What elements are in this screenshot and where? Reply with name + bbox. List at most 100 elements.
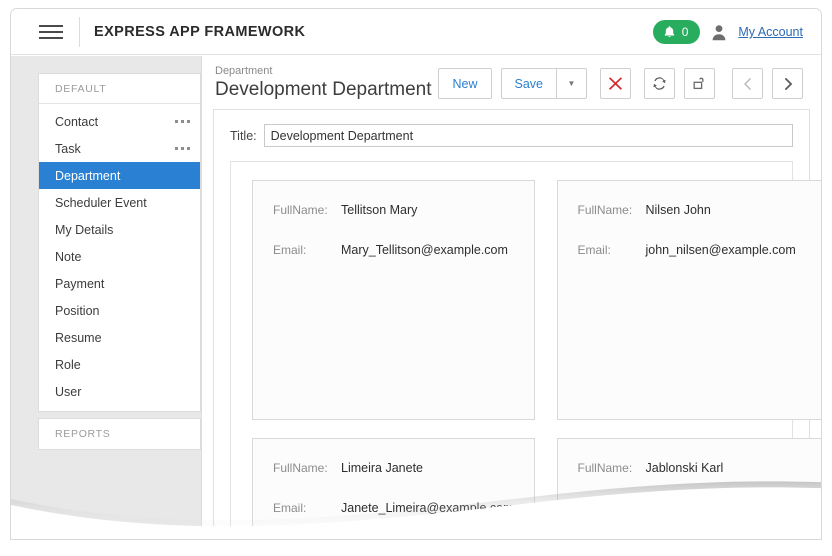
fullname-value: Tellitson Mary: [341, 203, 417, 217]
page-title: Development Department: [215, 80, 438, 99]
sidebar-item-label: Position: [55, 304, 190, 318]
sidebar-item-label: Scheduler Event: [55, 196, 190, 210]
hamburger-bar: [39, 37, 63, 39]
ellipsis-menu-icon[interactable]: [175, 120, 190, 123]
sidebar-item-department[interactable]: Department: [39, 162, 200, 189]
sidebar-section-reports: REPORTS: [39, 419, 200, 449]
fullname-label: FullName:: [578, 461, 646, 475]
sidebar-item-scheduler-event[interactable]: Scheduler Event: [39, 189, 200, 216]
title-input[interactable]: [264, 124, 793, 147]
sidebar: DEFAULT Contact Task Department Scheduler E…: [38, 73, 201, 450]
dot: [187, 147, 190, 150]
title-field-row: Title:: [230, 124, 793, 147]
member-card[interactable]: FullName:Limeira Janete Email:Janete_Lime…: [252, 438, 535, 539]
sidebar-item-label: Payment: [55, 277, 190, 291]
body-area: DEFAULT Contact Task Department Scheduler E…: [11, 56, 821, 539]
member-card[interactable]: FullName:Tellitson Mary Email:Mary_Tellit…: [252, 180, 535, 420]
next-record-button[interactable]: [772, 68, 803, 99]
toolbar: Department Development Department New Sa…: [202, 56, 821, 104]
breadcrumb: Department: [215, 66, 438, 77]
fullname-label: FullName:: [578, 203, 646, 217]
content-area: Title: FullName:Tellitson MaryEmail:Mary…: [213, 109, 810, 539]
sidebar-section-default: DEFAULT: [39, 74, 200, 104]
member-card[interactable]: FullName:Nilsen John Email:john_nilsen@ex…: [557, 180, 822, 420]
delete-button[interactable]: [600, 68, 631, 99]
email-value: Mary_Tellitson@example.com: [341, 243, 508, 257]
members-grid: FullName:Tellitson MaryEmail:Mary_Tellit…: [252, 180, 771, 539]
person-icon[interactable]: [711, 24, 727, 41]
header-right-group: 0 My Account: [653, 9, 803, 55]
email-field: Email:Mary_Tellitson@example.com: [273, 243, 514, 257]
email-label: Email:: [578, 243, 646, 257]
sidebar-item-note[interactable]: Note: [39, 243, 200, 270]
sidebar-item-label: User: [55, 385, 190, 399]
sidebar-item-label: Resume: [55, 331, 190, 345]
sidebar-reports-panel[interactable]: REPORTS: [38, 418, 201, 450]
dot: [175, 120, 178, 123]
sidebar-item-label: Department: [55, 169, 190, 183]
members-panel: FullName:Tellitson MaryEmail:Mary_Tellit…: [230, 161, 793, 539]
fullname-field: FullName:Tellitson Mary: [273, 203, 514, 217]
sidebar-item-task[interactable]: Task: [39, 135, 200, 162]
dot: [187, 120, 190, 123]
notification-badge[interactable]: 0: [653, 20, 701, 44]
sidebar-item-resume[interactable]: Resume: [39, 324, 200, 351]
new-button[interactable]: New: [438, 68, 491, 99]
dot: [181, 120, 184, 123]
sidebar-item-user[interactable]: User: [39, 378, 200, 405]
unlock-button[interactable]: [684, 68, 715, 99]
chevron-right-icon: [781, 76, 795, 92]
member-card[interactable]: FullName:Jablonski Karl Email:Karl_Jablon…: [557, 438, 822, 539]
email-field: Email:john_nilsen@example.com: [578, 243, 814, 257]
save-button[interactable]: Save: [501, 68, 557, 99]
refresh-button[interactable]: [644, 68, 675, 99]
sidebar-item-role[interactable]: Role: [39, 351, 200, 378]
email-field: Email:Janete_Limeira@example.com: [273, 501, 514, 515]
bell-icon: [663, 25, 676, 39]
ellipsis-menu-icon[interactable]: [175, 147, 190, 150]
sidebar-nav-list: Contact Task Department Scheduler Event My D…: [39, 104, 200, 411]
fullname-field: FullName:Nilsen John: [578, 203, 814, 217]
sidebar-item-label: My Details: [55, 223, 190, 237]
dot: [181, 147, 184, 150]
sidebar-default-panel: DEFAULT Contact Task Department Scheduler E…: [38, 73, 201, 412]
fullname-value: Nilsen John: [646, 203, 711, 217]
fullname-label: FullName:: [273, 461, 341, 475]
prev-record-button[interactable]: [732, 68, 763, 99]
email-value: Karl_Jablonski@example.com: [646, 501, 814, 515]
my-account-link[interactable]: My Account: [738, 25, 803, 39]
fullname-field: FullName:Limeira Janete: [273, 461, 514, 475]
app-header: EXPRESS APP FRAMEWORK 0 My Account: [11, 9, 821, 55]
chevron-left-icon: [741, 76, 755, 92]
refresh-icon: [651, 75, 668, 92]
fullname-label: FullName:: [273, 203, 341, 217]
sidebar-item-my-details[interactable]: My Details: [39, 216, 200, 243]
email-label: Email:: [273, 243, 341, 257]
email-label: Email:: [578, 501, 646, 515]
fullname-field: FullName:Jablonski Karl: [578, 461, 814, 475]
hamburger-menu-icon[interactable]: [29, 25, 73, 39]
application-window: EXPRESS APP FRAMEWORK 0 My Account DEFAU…: [10, 8, 822, 540]
close-x-icon: [608, 76, 623, 91]
header-divider: [79, 17, 80, 47]
email-label: Email:: [273, 501, 341, 515]
app-title: EXPRESS APP FRAMEWORK: [94, 24, 305, 40]
title-field-label: Title:: [230, 129, 257, 143]
hamburger-bar: [39, 31, 63, 33]
sidebar-item-position[interactable]: Position: [39, 297, 200, 324]
sidebar-item-label: Task: [55, 142, 175, 156]
sidebar-item-label: Contact: [55, 115, 175, 129]
email-value: john_nilsen@example.com: [646, 243, 796, 257]
email-value: Janete_Limeira@example.com: [341, 501, 514, 515]
sidebar-item-contact[interactable]: Contact: [39, 108, 200, 135]
notification-count: 0: [682, 25, 689, 39]
title-block: Department Development Department: [215, 66, 438, 99]
save-dropdown-chevron-down-icon[interactable]: ▼: [556, 68, 587, 99]
fullname-value: Jablonski Karl: [646, 461, 724, 475]
email-field: Email:Karl_Jablonski@example.com: [578, 501, 814, 515]
dot: [175, 147, 178, 150]
sidebar-item-payment[interactable]: Payment: [39, 270, 200, 297]
unlock-icon: [691, 75, 708, 92]
sidebar-item-label: Role: [55, 358, 190, 372]
toolbar-actions: New Save ▼: [438, 68, 803, 99]
